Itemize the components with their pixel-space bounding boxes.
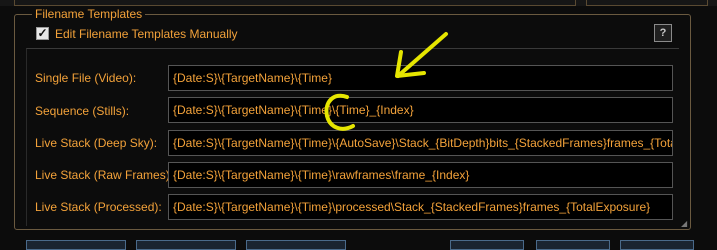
handdrawn-annotations <box>324 32 448 131</box>
arrow-annotation-icon <box>395 32 448 78</box>
circle-annotation-icon <box>324 93 355 131</box>
